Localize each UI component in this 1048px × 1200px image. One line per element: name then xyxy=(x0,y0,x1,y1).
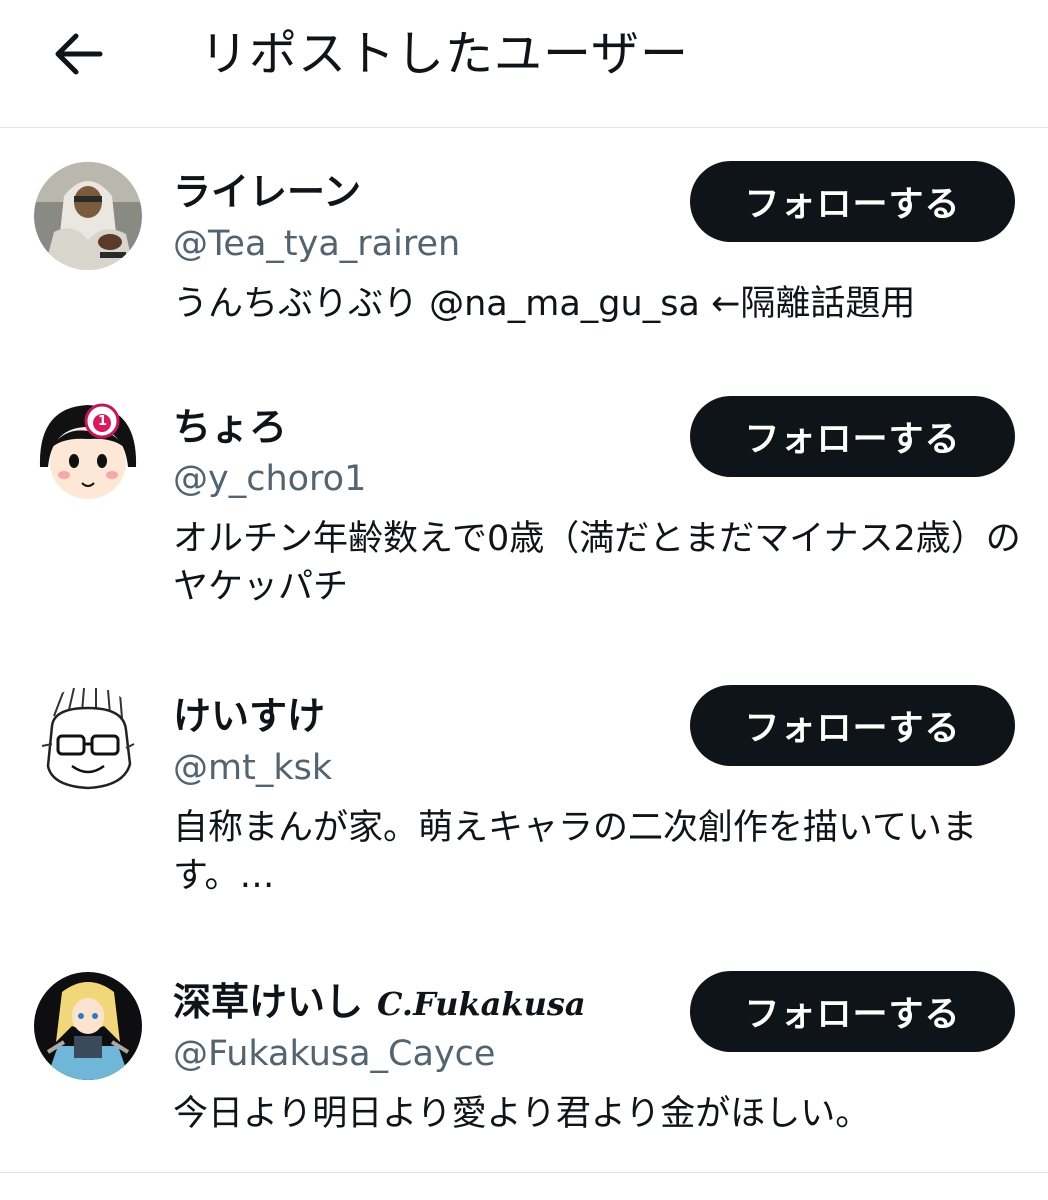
display-name-text: ライレーン xyxy=(173,170,362,214)
top-bar: リポストしたユーザー xyxy=(0,0,1048,128)
handle[interactable]: @mt_ksk xyxy=(173,746,332,790)
page-title: リポストしたユーザー xyxy=(200,26,690,82)
handle[interactable]: @Fukakusa_Cayce xyxy=(173,1032,495,1076)
follow-button[interactable]: フォローする xyxy=(690,971,1015,1052)
avatar[interactable] xyxy=(34,686,142,794)
bio: 自称まんが家。萌えキャラの二次創作を描いています。… xyxy=(173,808,977,896)
avatar[interactable] xyxy=(34,972,142,1080)
follow-button[interactable]: フォローする xyxy=(690,685,1015,766)
display-name-text: けいすけ xyxy=(173,694,326,738)
avatar[interactable]: 1 xyxy=(34,397,142,505)
handle[interactable]: @y_choro1 xyxy=(173,457,366,501)
display-name-text: ちょろ xyxy=(173,405,288,449)
avatar-badge-number: 1 xyxy=(97,414,108,429)
user-list-item[interactable]: ライレーン @Tea_tya_rairen うんちぶりぶり @na_ma_gu_… xyxy=(0,160,1048,350)
display-name-logo: C.Fukakusa xyxy=(377,985,586,1023)
user-list-item[interactable]: 1 ちょろ @y_choro1 オルチン年齢数えで0歳（満だとまだマイナス2歳）… xyxy=(0,395,1048,645)
bio: うんちぶりぶり @na_ma_gu_sa ←隔離話題用 xyxy=(173,284,916,324)
display-name[interactable]: ライレーン xyxy=(173,168,361,216)
handle[interactable]: @Tea_tya_rairen xyxy=(173,222,460,266)
follow-button[interactable]: フォローする xyxy=(690,161,1015,242)
back-button[interactable] xyxy=(44,22,112,86)
bio: オルチン年齢数えで0歳（満だとまだマイナス2歳）のヤケッパチ xyxy=(173,519,1021,607)
arrow-left-icon xyxy=(55,33,103,75)
display-name-text: 深草けいし xyxy=(173,980,364,1024)
display-name[interactable]: ちょろ xyxy=(173,403,287,451)
display-name[interactable]: けいすけ xyxy=(173,692,325,740)
bio: 今日より明日より愛より君より金がほしい。 xyxy=(173,1094,871,1134)
user-list-item[interactable]: 深草けいし C.Fukakusa @Fukakusa_Cayce 今日より明日よ… xyxy=(0,970,1048,1150)
user-list-item[interactable]: けいすけ @mt_ksk 自称まんが家。萌えキャラの二次創作を描いています。… … xyxy=(0,684,1048,924)
display-name[interactable]: 深草けいし C.Fukakusa xyxy=(173,978,586,1028)
divider xyxy=(0,1172,1048,1173)
follow-button[interactable]: フォローする xyxy=(690,396,1015,477)
avatar[interactable] xyxy=(34,162,142,270)
